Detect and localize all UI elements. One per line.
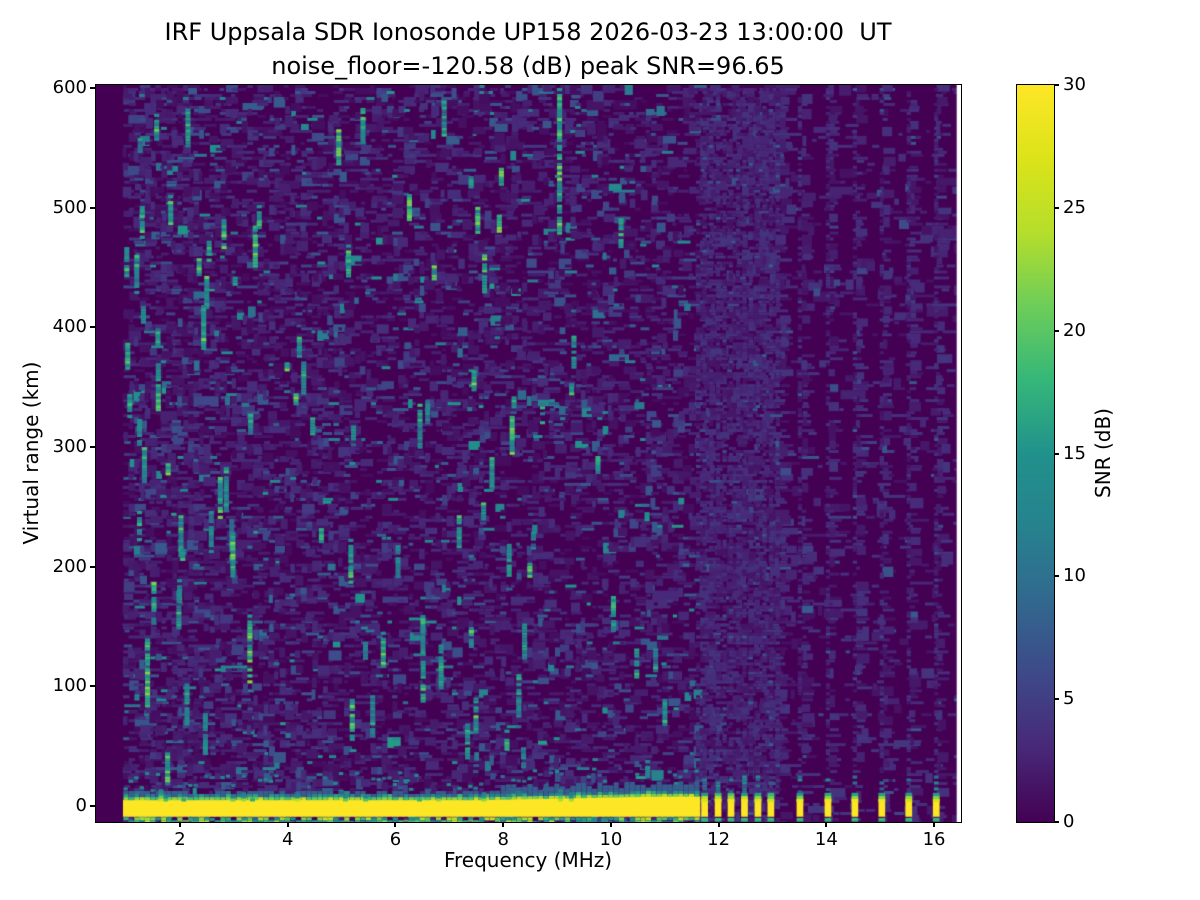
chart-title: IRF Uppsala SDR Ionosonde UP158 2026-03-… bbox=[165, 18, 892, 46]
x-axis-label: Frequency (MHz) bbox=[444, 848, 612, 872]
colorbar-tick-label: 20 bbox=[1063, 320, 1086, 342]
x-tick-mark bbox=[825, 822, 827, 827]
colorbar-tick-mark bbox=[1054, 84, 1059, 86]
x-tick-mark bbox=[610, 822, 612, 827]
x-tick-label: 2 bbox=[174, 829, 185, 851]
colorbar-tick-mark bbox=[1054, 207, 1059, 209]
y-tick-label: 500 bbox=[0, 197, 87, 219]
x-tick-label: 8 bbox=[497, 829, 508, 851]
y-tick-label: 300 bbox=[0, 436, 87, 458]
colorbar bbox=[1016, 84, 1055, 823]
chart-subtitle: noise_floor=-120.58 (dB) peak SNR=96.65 bbox=[271, 52, 785, 80]
colorbar-tick-mark bbox=[1054, 453, 1059, 455]
figure-root: IRF Uppsala SDR Ionosonde UP158 2026-03-… bbox=[0, 0, 1200, 900]
x-tick-mark bbox=[933, 822, 935, 827]
colorbar-tick-label: 30 bbox=[1063, 74, 1086, 96]
x-tick-mark bbox=[502, 822, 504, 827]
x-tick-label: 12 bbox=[707, 829, 730, 851]
y-tick-mark bbox=[90, 326, 95, 328]
y-tick-mark bbox=[90, 207, 95, 209]
y-tick-mark bbox=[90, 685, 95, 687]
colorbar-tick-mark bbox=[1054, 698, 1059, 700]
colorbar-label: SNR (dB) bbox=[1091, 408, 1115, 498]
colorbar-tick-mark bbox=[1054, 821, 1059, 823]
heatmap-canvas bbox=[96, 85, 961, 822]
x-tick-label: 16 bbox=[923, 829, 946, 851]
x-tick-label: 4 bbox=[282, 829, 293, 851]
y-tick-mark bbox=[90, 805, 95, 807]
colorbar-tick-label: 15 bbox=[1063, 443, 1086, 465]
y-tick-label: 600 bbox=[0, 77, 87, 99]
y-tick-mark bbox=[90, 87, 95, 89]
x-tick-mark bbox=[179, 822, 181, 827]
x-tick-mark bbox=[718, 822, 720, 827]
plot-area bbox=[95, 84, 962, 823]
y-tick-label: 100 bbox=[0, 675, 87, 697]
x-tick-label: 10 bbox=[599, 829, 622, 851]
colorbar-tick-label: 5 bbox=[1063, 688, 1074, 710]
x-tick-label: 14 bbox=[815, 829, 838, 851]
y-tick-label: 0 bbox=[0, 795, 87, 817]
x-tick-mark bbox=[394, 822, 396, 827]
y-tick-mark bbox=[90, 566, 95, 568]
colorbar-tick-mark bbox=[1054, 575, 1059, 577]
colorbar-tick-label: 0 bbox=[1063, 811, 1074, 833]
y-tick-mark bbox=[90, 446, 95, 448]
colorbar-tick-mark bbox=[1054, 330, 1059, 332]
x-tick-label: 6 bbox=[390, 829, 401, 851]
colorbar-tick-label: 25 bbox=[1063, 197, 1086, 219]
x-tick-mark bbox=[287, 822, 289, 827]
y-tick-label: 400 bbox=[0, 316, 87, 338]
colorbar-tick-label: 10 bbox=[1063, 565, 1086, 587]
y-tick-label: 200 bbox=[0, 556, 87, 578]
